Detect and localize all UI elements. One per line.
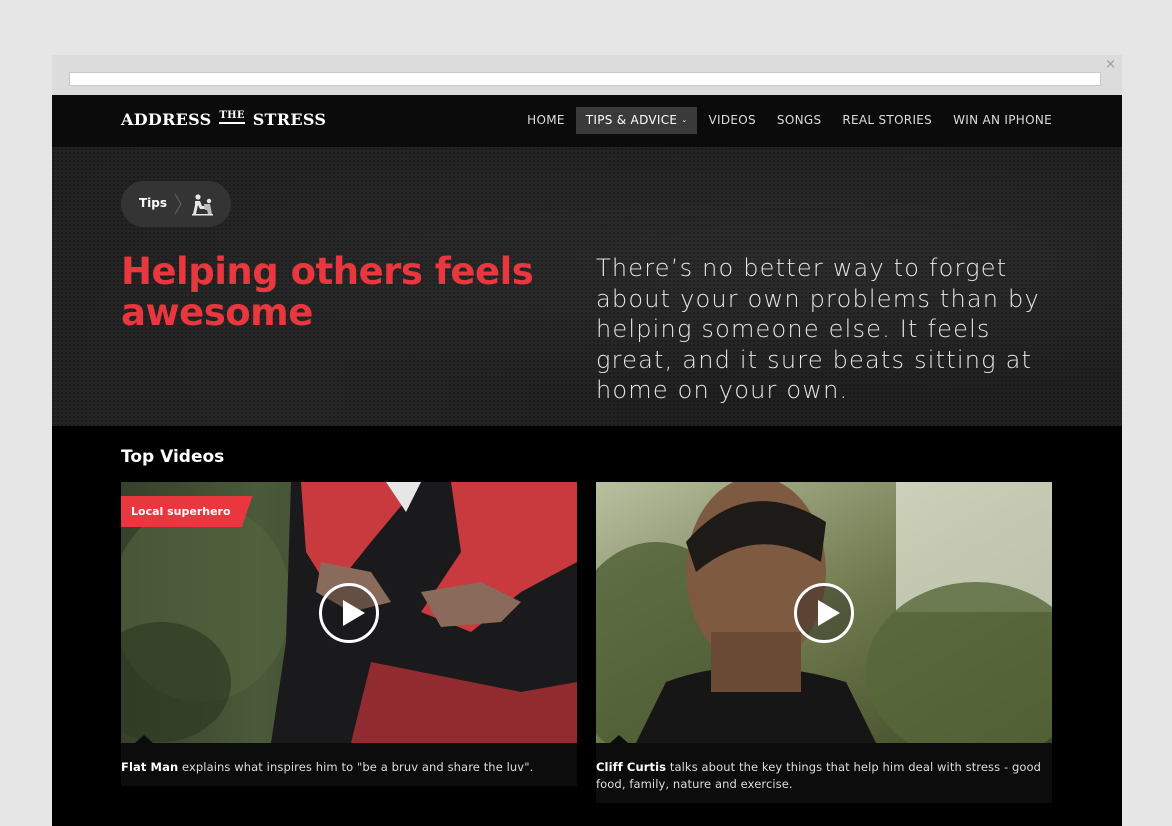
video-caption: Cliff Curtis talks about the key things … [596, 735, 1052, 803]
logo-word-2: THE [219, 110, 245, 124]
hero-section: Tips Helping others feels awesome There’… [52, 147, 1122, 426]
browser-window: × ADDRESS THE STRESS HOME TIPS & ADVICE ⌄… [52, 55, 1122, 826]
play-icon[interactable] [794, 582, 854, 643]
video-person-name: Flat Man [121, 760, 179, 774]
video-thumbnail[interactable]: Local superhero [121, 482, 577, 743]
address-bar[interactable] [69, 72, 1101, 86]
video-description: explains what inspires him to "be a bruv… [178, 760, 534, 774]
nav-tips-advice[interactable]: TIPS & ADVICE ⌄ [575, 107, 698, 134]
chevron-down-icon: ⌄ [681, 116, 688, 124]
intro-text: There’s no better way to forget about yo… [596, 254, 1040, 404]
nav-songs[interactable]: SONGS [767, 107, 831, 134]
logo-word-3: STRESS [252, 110, 327, 129]
nav-real-stories[interactable]: REAL STORIES [832, 107, 942, 134]
site-logo[interactable]: ADDRESS THE STRESS [121, 109, 326, 131]
video-card: Cliff Curtis talks about the key things … [596, 482, 1052, 803]
page-title: Helping others feels awesome [121, 250, 534, 334]
video-thumbnail[interactable] [596, 482, 1052, 743]
video-person-name: Cliff Curtis [596, 760, 667, 774]
nav-win-an-iphone-label: WIN AN IPHONE [953, 113, 1052, 127]
video-caption: Flat Man explains what inspires him to "… [121, 735, 577, 786]
helping-hands-icon [192, 194, 213, 216]
nav-videos[interactable]: VIDEOS [698, 107, 765, 134]
nav-real-stories-label: REAL STORIES [842, 113, 933, 127]
nav-win-an-iphone[interactable]: WIN AN IPHONE [943, 107, 1062, 134]
nav-home[interactable]: HOME [517, 107, 575, 134]
main-nav: HOME TIPS & ADVICE ⌄ VIDEOS SONGS REAL ST… [516, 107, 1062, 134]
close-icon[interactable]: × [1105, 57, 1116, 73]
play-icon[interactable] [319, 582, 379, 643]
logo-word-1: ADDRESS [121, 110, 212, 129]
section-title: Top Videos [121, 447, 225, 467]
video-tag: Local superhero [121, 496, 253, 527]
breadcrumb-separator-icon [174, 193, 182, 215]
nav-videos-label: VIDEOS [708, 113, 756, 127]
browser-chrome: × [52, 55, 1122, 95]
nav-tips-advice-label: TIPS & ADVICE [585, 113, 678, 127]
nav-songs-label: SONGS [776, 113, 822, 127]
breadcrumb-tips-link[interactable]: Tips [139, 196, 167, 210]
nav-home-label: HOME [527, 113, 565, 127]
site-header: ADDRESS THE STRESS HOME TIPS & ADVICE ⌄ V… [52, 95, 1122, 147]
breadcrumb: Tips [121, 181, 231, 227]
video-card: Local superhero Flat Man explains what i… [121, 482, 577, 786]
